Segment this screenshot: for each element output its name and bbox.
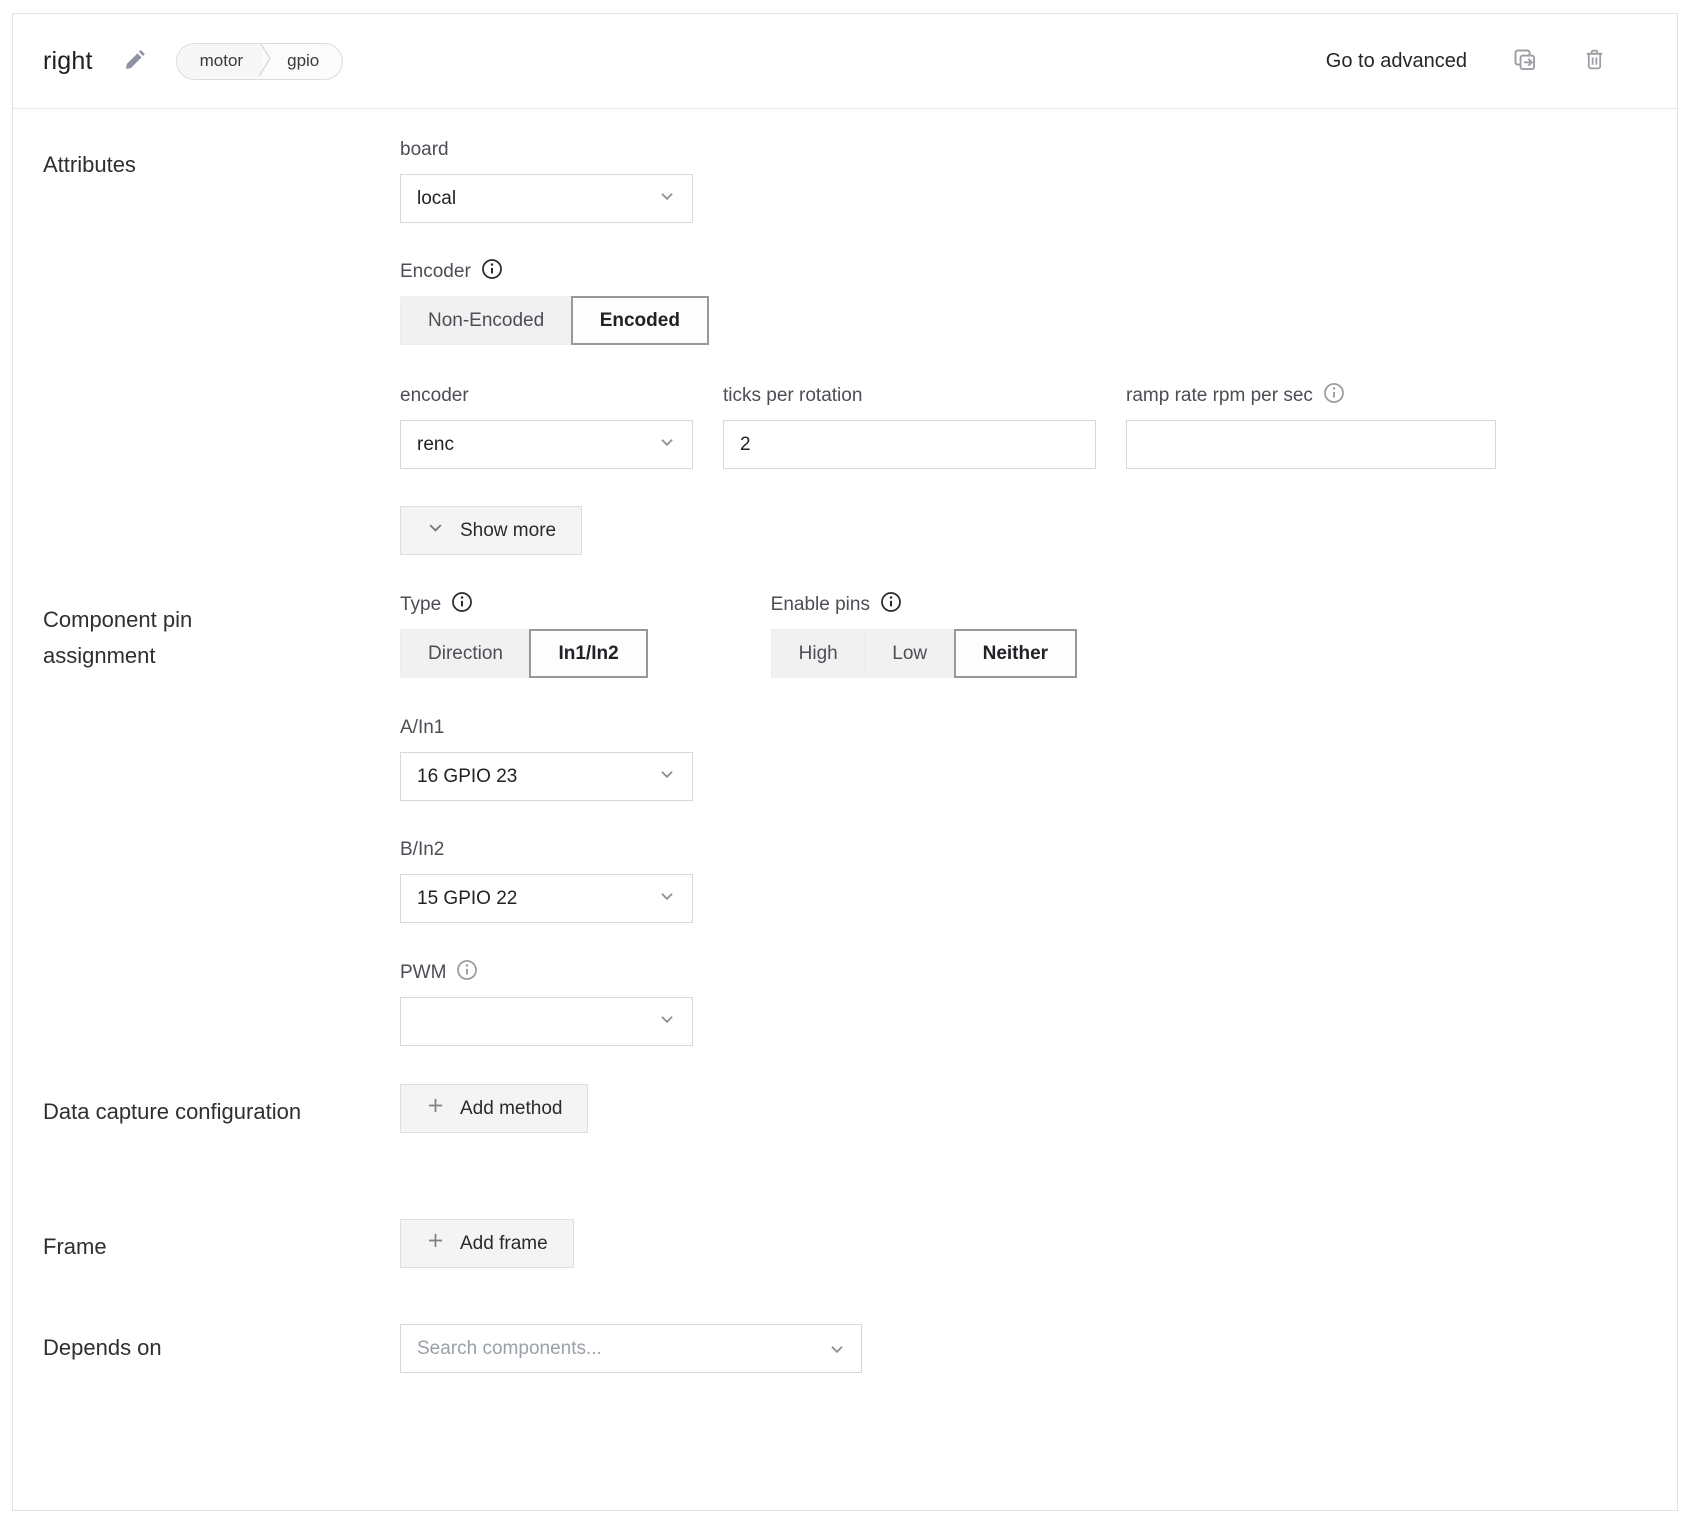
toggle-non-encoded[interactable]: Non-Encoded (400, 296, 572, 345)
trash-icon (1582, 47, 1607, 75)
b-in2-label: B/In2 (400, 839, 444, 861)
row-encoder-fields: encoder renc ticks per rotation (43, 383, 1647, 469)
component-type-tags: motor gpio (176, 43, 344, 80)
b-in2-select[interactable]: 15 GPIO 22 (400, 874, 693, 923)
component-title: right (43, 47, 93, 76)
header-actions: Go to advanced (1326, 46, 1607, 76)
pwm-select[interactable] (400, 997, 693, 1046)
section-label-depends-on: Depends on (43, 1324, 303, 1366)
a-in1-label: A/In1 (400, 717, 444, 739)
add-frame-label: Add frame (460, 1233, 548, 1255)
add-frame-button[interactable]: Add frame (400, 1219, 574, 1268)
pwm-label: PWM (400, 962, 446, 984)
section-label-frame: Frame (43, 1219, 303, 1265)
component-config-card: right motor gpio Go to advanced (12, 13, 1678, 1511)
card-header: right motor gpio Go to advanced (13, 14, 1677, 109)
toggle-in1-in2[interactable]: In1/In2 (529, 629, 647, 678)
info-icon[interactable] (880, 591, 902, 619)
toggle-neither[interactable]: Neither (954, 629, 1077, 678)
a-in1-select[interactable]: 16 GPIO 23 (400, 752, 693, 801)
section-label-data-capture: Data capture configuration (43, 1084, 303, 1130)
add-method-label: Add method (460, 1098, 562, 1120)
row-a-in1: A/In1 16 GPIO 23 (43, 715, 1647, 801)
row-pwm: PWM (43, 960, 1647, 1046)
encoder-mode-toggle: Non-Encoded Encoded (400, 296, 709, 345)
row-encoder-mode: Encoder Non-Encoded Encoded (43, 259, 1647, 345)
show-more-label: Show more (460, 520, 556, 542)
board-select-value: local (417, 188, 456, 210)
enable-pins-toggle: High Low Neither (771, 629, 1077, 678)
show-more-button[interactable]: Show more (400, 506, 582, 555)
add-method-button[interactable]: Add method (400, 1084, 588, 1133)
duplicate-button[interactable] (1511, 46, 1538, 76)
edit-name-button[interactable] (123, 47, 148, 75)
info-icon[interactable] (1323, 382, 1345, 410)
row-depends-on: Depends on (43, 1324, 1647, 1373)
tag-gpio: gpio (267, 44, 342, 78)
row-data-capture: Data capture configuration Add method (43, 1084, 1647, 1133)
delete-button[interactable] (1582, 47, 1607, 75)
encoder-select-value: renc (417, 434, 454, 456)
ramp-rate-label: ramp rate rpm per sec (1126, 385, 1313, 407)
type-label: Type (400, 594, 441, 616)
card-body: Attributes board local (13, 109, 1677, 1373)
row-frame: Frame Add frame (43, 1219, 1647, 1268)
chevron-down-icon (658, 187, 676, 211)
toggle-encoded[interactable]: Encoded (571, 296, 709, 345)
row-b-in2: B/In2 15 GPIO 22 (43, 837, 1647, 923)
encoder-mode-label: Encoder (400, 261, 471, 283)
chevron-down-icon (426, 518, 445, 543)
encoder-label: encoder (400, 385, 469, 407)
toggle-high[interactable]: High (771, 629, 866, 678)
section-label-pin-assignment: Component pin assignment (43, 592, 303, 674)
board-select[interactable]: local (400, 174, 693, 223)
row-pin-toggles: Component pin assignment Type (43, 592, 1647, 678)
chevron-down-icon (658, 765, 676, 789)
plus-icon (426, 1096, 445, 1121)
board-label: board (400, 139, 449, 161)
ramp-rate-input[interactable] (1126, 420, 1496, 469)
depends-on-select (400, 1324, 862, 1373)
go-to-advanced-link[interactable]: Go to advanced (1326, 50, 1467, 73)
pencil-icon (123, 47, 148, 75)
info-icon[interactable] (456, 959, 478, 987)
row-show-more: Show more (43, 506, 1647, 555)
info-icon[interactable] (451, 591, 473, 619)
a-in1-select-value: 16 GPIO 23 (417, 766, 517, 788)
chevron-down-icon (658, 887, 676, 911)
type-toggle: Direction In1/In2 (400, 629, 648, 678)
chevron-down-icon (658, 1010, 676, 1034)
section-label-attributes: Attributes (43, 137, 303, 183)
b-in2-select-value: 15 GPIO 22 (417, 888, 517, 910)
chevron-down-icon (658, 433, 676, 457)
toggle-direction[interactable]: Direction (400, 629, 531, 678)
ticks-per-rotation-input[interactable] (723, 420, 1096, 469)
ticks-per-rotation-label: ticks per rotation (723, 385, 862, 407)
plus-icon (426, 1231, 445, 1256)
info-icon[interactable] (481, 258, 503, 286)
row-board: Attributes board local (43, 137, 1647, 223)
depends-on-search-input[interactable] (400, 1324, 862, 1373)
duplicate-icon (1511, 46, 1538, 76)
enable-pins-label: Enable pins (771, 594, 870, 616)
toggle-low[interactable]: Low (864, 629, 955, 678)
tag-motor: motor (177, 44, 263, 78)
encoder-select[interactable]: renc (400, 420, 693, 469)
